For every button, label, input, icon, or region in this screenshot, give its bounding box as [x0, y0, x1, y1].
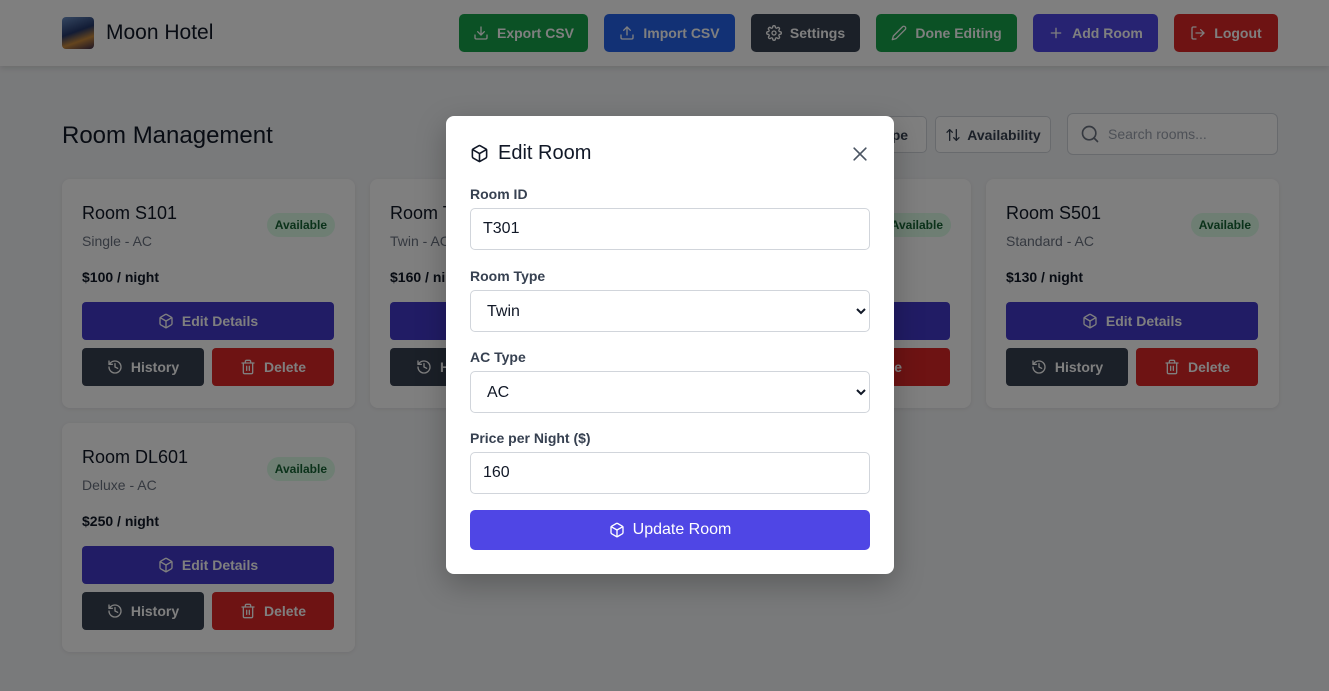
room-type-label: Room Type	[470, 268, 546, 284]
room-id-label: Room ID	[470, 186, 528, 202]
package-icon	[471, 144, 488, 163]
ac-type-select[interactable]: AC	[470, 371, 870, 413]
edit-room-modal: Edit Room Room ID Room Type Twin AC Type…	[446, 116, 894, 574]
modal-header: Edit Room	[470, 142, 591, 165]
modal-title: Edit Room	[498, 142, 592, 164]
price-label: Price per Night ($)	[470, 430, 591, 446]
close-icon[interactable]	[850, 144, 870, 164]
update-room-button[interactable]: Update Room	[470, 510, 870, 550]
room-type-select[interactable]: Twin	[470, 290, 870, 332]
room-id-input[interactable]	[470, 208, 870, 250]
package-icon	[609, 522, 624, 538]
ac-type-label: AC Type	[470, 349, 526, 365]
update-room-label: Update Room	[632, 521, 732, 538]
price-input[interactable]	[470, 452, 870, 494]
